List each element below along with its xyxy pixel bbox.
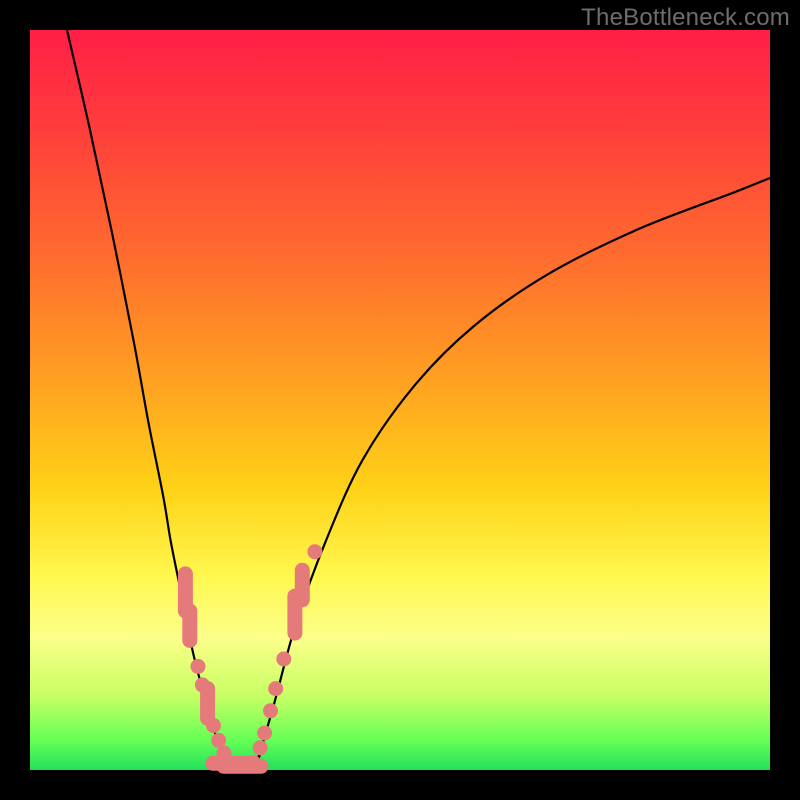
marker-pill	[182, 603, 197, 648]
bottleneck-curve	[67, 30, 770, 768]
markers-group	[178, 544, 323, 774]
marker-dot	[307, 544, 322, 559]
curve-group	[67, 30, 770, 768]
outer-frame: TheBottleneck.com	[0, 0, 800, 800]
marker-dot	[246, 755, 261, 770]
marker-dot	[253, 740, 268, 755]
marker-dot	[206, 718, 221, 733]
marker-dot	[263, 703, 278, 718]
marker-dot	[191, 659, 206, 674]
marker-dot	[257, 726, 272, 741]
chart-overlay	[30, 30, 770, 770]
watermark-text: TheBottleneck.com	[581, 4, 790, 32]
marker-dot	[276, 652, 291, 667]
marker-dot	[268, 681, 283, 696]
marker-pill	[295, 563, 310, 608]
